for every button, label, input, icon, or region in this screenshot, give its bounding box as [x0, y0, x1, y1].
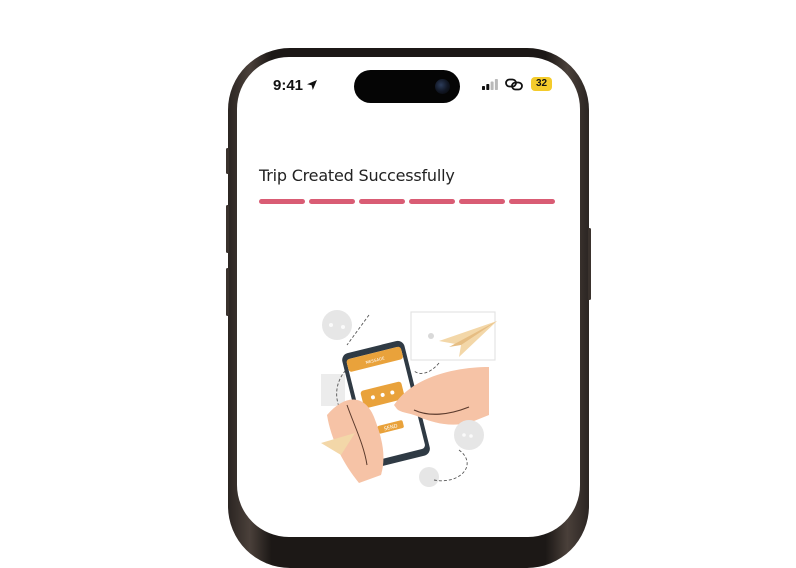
status-time: 9:41	[273, 77, 304, 94]
page-title: Trip Created Successfully	[259, 166, 455, 185]
power-button	[588, 228, 591, 300]
cellular-signal-icon	[482, 79, 498, 90]
progress-segment	[259, 199, 305, 204]
location-arrow-icon	[307, 80, 317, 90]
battery-icon: 32	[531, 77, 552, 91]
progress-segment	[509, 199, 555, 204]
progress-segment	[309, 199, 355, 204]
progress-bar	[259, 199, 555, 205]
phone-screen: 9:41 32 Trip Created Successfully MESSAG…	[237, 57, 580, 537]
link-icon	[505, 78, 523, 91]
progress-segment	[459, 199, 505, 204]
action-button	[226, 148, 229, 174]
progress-segment	[359, 199, 405, 204]
progress-segment	[409, 199, 455, 204]
volume-down-button	[226, 268, 229, 316]
send-message-illustration-icon: MESSAGE SEND	[321, 310, 497, 487]
dynamic-island	[354, 70, 460, 103]
camera-icon	[435, 79, 450, 94]
volume-up-button	[226, 205, 229, 253]
